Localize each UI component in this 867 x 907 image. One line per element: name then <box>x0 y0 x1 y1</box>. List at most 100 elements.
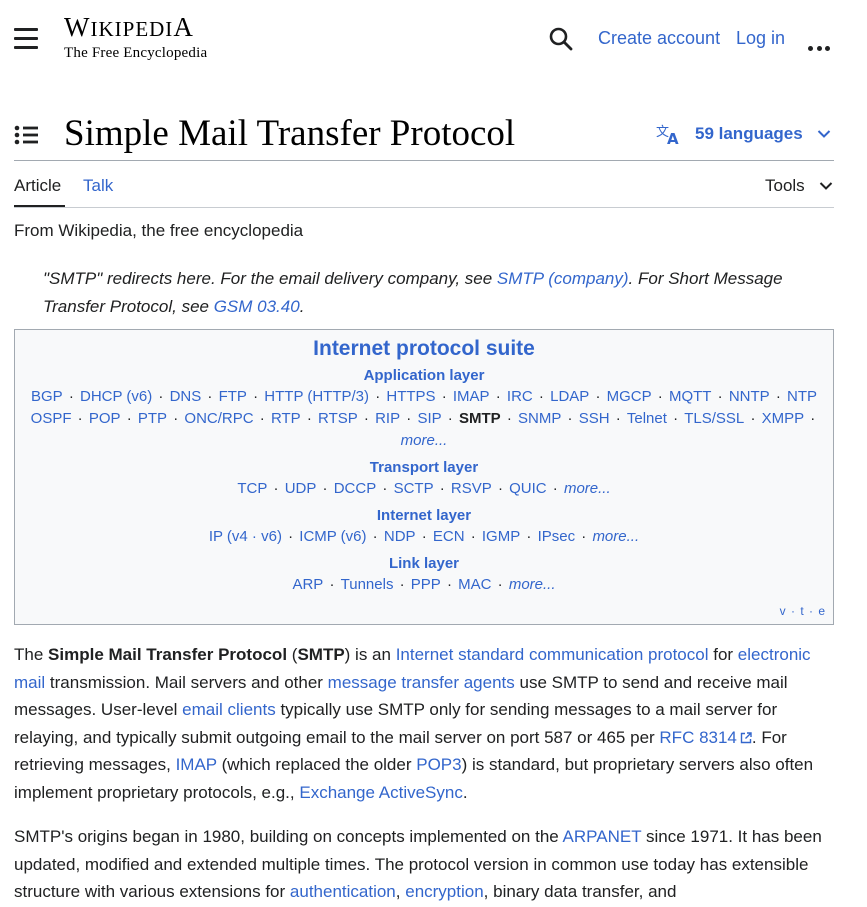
navbox-link[interactable]: OSPF <box>31 410 72 427</box>
navbox-link[interactable]: Tunnels <box>341 576 394 593</box>
navbox-link[interactable]: BGP <box>31 388 63 405</box>
navbox-link[interactable]: HTTPS <box>386 388 435 405</box>
navbox-link[interactable]: IMAP <box>453 388 490 405</box>
table-of-contents-icon[interactable] <box>14 124 40 146</box>
separator: · <box>368 528 382 545</box>
navbox-link[interactable]: TCP <box>237 480 267 497</box>
hatnote-link-smtp-company[interactable]: SMTP (company) <box>497 269 629 288</box>
hatnote-text: "SMTP" redirects here. For the email del… <box>43 269 497 288</box>
hatnote-link-gsm[interactable]: GSM 03.40 <box>214 297 300 316</box>
bold-term: Simple Mail Transfer Protocol <box>48 645 288 664</box>
navbox-link[interactable]: IPsec <box>538 528 576 545</box>
navbox-section-heading[interactable]: Internet layer <box>15 506 833 526</box>
navbox-link[interactable]: SCTP <box>394 480 434 497</box>
navbox-link[interactable]: NTP <box>787 388 817 405</box>
navbox-more-link[interactable]: more... <box>564 480 611 497</box>
navbox-link[interactable]: NDP <box>384 528 416 545</box>
navbox-section-heading[interactable]: Application layer <box>15 366 833 386</box>
navbox-link[interactable]: SSH <box>579 410 610 427</box>
link-exchange-activesync[interactable]: Exchange ActiveSync <box>299 783 462 802</box>
search-icon[interactable] <box>548 26 574 52</box>
tools-menu[interactable]: Tools <box>765 176 833 196</box>
separator: · <box>248 388 263 405</box>
site-header: WIKIPEDIA The Free Encyclopedia Create a… <box>0 0 867 80</box>
navbox-link[interactable]: MGCP <box>607 388 652 405</box>
navbox-link[interactable]: XMPP <box>762 410 805 427</box>
navbox-link[interactable]: ARP <box>292 576 323 593</box>
navbox-more-link[interactable]: more... <box>401 432 448 449</box>
navbox-link[interactable]: RIP <box>375 410 400 427</box>
separator: · <box>502 410 516 427</box>
navbox-link[interactable]: RSVP <box>451 480 492 497</box>
navbox-more-link[interactable]: more... <box>509 576 556 593</box>
navbox-link[interactable]: QUIC <box>509 480 547 497</box>
navbox-link[interactable]: ICMP (v6) <box>299 528 366 545</box>
navbox-link[interactable]: IP (v4 · v6) <box>209 528 282 545</box>
navbox-link[interactable]: PTP <box>138 410 167 427</box>
separator: · <box>302 410 317 427</box>
create-account-link[interactable]: Create account <box>598 28 720 49</box>
navbox-link[interactable]: TLS/SSL <box>684 410 744 427</box>
navbox-title[interactable]: Internet protocol suite <box>15 336 833 362</box>
link-authentication[interactable]: authentication <box>290 882 396 901</box>
main-menu-icon[interactable] <box>14 28 38 49</box>
navbox-link[interactable]: SNMP <box>518 410 561 427</box>
navbox-link[interactable]: RTP <box>271 410 301 427</box>
navbox-link[interactable]: MQTT <box>669 388 712 405</box>
navbox-link[interactable]: IGMP <box>482 528 520 545</box>
wikipedia-logo[interactable]: WIKIPEDIA The Free Encyclopedia <box>64 12 207 61</box>
navbox-link[interactable]: RTSP <box>318 410 358 427</box>
separator: · <box>577 528 591 545</box>
navbox-link[interactable]: MAC <box>458 576 491 593</box>
navbox-link[interactable]: NNTP <box>729 388 770 405</box>
link-internet-standard[interactable]: Internet standard communication protocol <box>396 645 709 664</box>
navbox-section-heading[interactable]: Link layer <box>15 554 833 574</box>
separator: · <box>417 528 431 545</box>
navbox-link-list: BGP · DHCP (v6) · DNS · FTP · HTTP (HTTP… <box>15 386 833 408</box>
more-options-icon[interactable] <box>808 36 834 51</box>
page-title: Simple Mail Transfer Protocol <box>64 113 516 154</box>
separator: · <box>493 576 507 593</box>
navbox-section-heading[interactable]: Transport layer <box>15 458 833 478</box>
navbox-link[interactable]: FTP <box>219 388 247 405</box>
separator: · <box>378 480 392 497</box>
title-divider <box>14 160 834 161</box>
navbox-link[interactable]: SIP <box>417 410 441 427</box>
link-email-clients[interactable]: email clients <box>182 700 276 719</box>
link-imap[interactable]: IMAP <box>176 755 217 774</box>
navbox-link[interactable]: DCCP <box>334 480 377 497</box>
navbox-link[interactable]: DHCP (v6) <box>80 388 152 405</box>
separator: · <box>442 576 457 593</box>
navbox-link[interactable]: DNS <box>170 388 202 405</box>
chevron-down-icon <box>819 182 832 190</box>
separator: · <box>269 480 283 497</box>
separator: · <box>522 528 536 545</box>
navbox-link[interactable]: Telnet <box>627 410 667 427</box>
link-pop3[interactable]: POP3 <box>416 755 461 774</box>
separator: · <box>318 480 332 497</box>
separator: · <box>64 388 79 405</box>
separator: · <box>325 576 339 593</box>
navbox-link[interactable]: UDP <box>285 480 317 497</box>
chevron-down-icon <box>817 130 830 138</box>
navbox-more-link[interactable]: more... <box>592 528 639 545</box>
tab-article[interactable]: Article <box>14 176 61 204</box>
navbox-link[interactable]: ECN <box>433 528 465 545</box>
navbox-link-list: ARP · Tunnels · PPP · MAC · more... <box>15 574 833 596</box>
navbox-vte-links[interactable]: v · t · e <box>780 604 826 618</box>
navbox-link[interactable]: ONC/RPC <box>184 410 253 427</box>
navbox-link[interactable]: IRC <box>507 388 533 405</box>
separator: · <box>435 480 449 497</box>
navbox-link[interactable]: POP <box>89 410 121 427</box>
navbox-link[interactable]: PPP <box>411 576 441 593</box>
link-arpanet[interactable]: ARPANET <box>563 827 642 846</box>
navbox-link[interactable]: HTTP (HTTP/3) <box>264 388 369 405</box>
link-rfc-8314[interactable]: RFC 8314 <box>659 728 752 747</box>
tab-talk[interactable]: Talk <box>83 176 113 196</box>
separator: · <box>668 410 683 427</box>
language-selector[interactable]: 文 A 59 languages <box>656 122 831 146</box>
log-in-link[interactable]: Log in <box>736 28 785 49</box>
link-encryption[interactable]: encryption <box>405 882 483 901</box>
link-message-transfer-agents[interactable]: message transfer agents <box>328 673 515 692</box>
navbox-link[interactable]: LDAP <box>550 388 589 405</box>
